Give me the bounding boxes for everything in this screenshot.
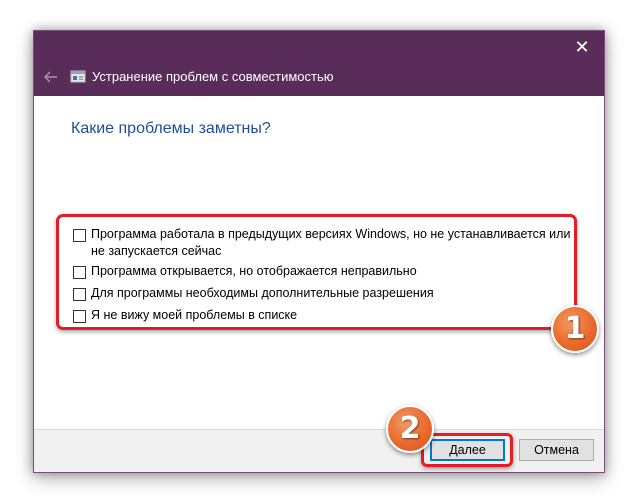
page-heading: Какие проблемы заметны?	[71, 120, 271, 137]
option-item[interactable]: Я не вижу моей проблемы в списке	[73, 307, 571, 324]
screenshot-canvas: ✕ Устранение проблем с совместимостью Ка…	[0, 0, 635, 504]
options-highlight-box: Программа работала в предыдущих версиях …	[56, 214, 577, 330]
cancel-button[interactable]: Отмена	[519, 439, 594, 461]
checkbox[interactable]	[73, 310, 86, 323]
next-button[interactable]: Далее	[430, 439, 505, 461]
option-label: Программа открывается, но отображается н…	[91, 264, 417, 278]
window-title: Устранение проблем с совместимостью	[92, 69, 334, 84]
troubleshooter-icon	[70, 69, 86, 85]
callout-badge-1: 1	[551, 305, 599, 353]
checkbox[interactable]	[73, 266, 86, 279]
checkbox[interactable]	[73, 288, 86, 301]
option-item[interactable]: Для программы необходимы дополнительные …	[73, 285, 571, 302]
back-button[interactable]	[40, 67, 62, 87]
option-label: Для программы необходимы дополнительные …	[91, 286, 434, 300]
title-bar: ✕ Устранение проблем с совместимостью	[34, 31, 604, 96]
troubleshooter-dialog: ✕ Устранение проблем с совместимостью Ка…	[33, 30, 605, 473]
close-button[interactable]: ✕	[568, 37, 596, 59]
option-item[interactable]: Программа работала в предыдущих версиях …	[73, 226, 571, 260]
close-icon: ✕	[574, 37, 590, 58]
option-label: Я не вижу моей проблемы в списке	[91, 308, 298, 322]
callout-badge-2: 2	[386, 405, 434, 453]
option-label: Программа работала в предыдущих версиях …	[91, 227, 571, 258]
option-item[interactable]: Программа открывается, но отображается н…	[73, 263, 571, 280]
arrow-left-icon	[43, 71, 57, 83]
checkbox[interactable]	[73, 229, 86, 242]
